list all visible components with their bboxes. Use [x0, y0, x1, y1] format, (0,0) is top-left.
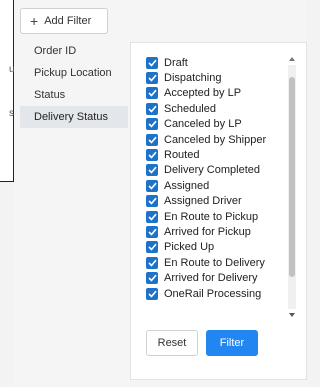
status-checkbox-row[interactable]: Picked Up — [146, 240, 286, 255]
status-checkbox-label: Accepted by LP — [164, 87, 242, 100]
status-checkbox-row[interactable]: Arrived for Pickup — [146, 224, 286, 239]
status-checkbox-label: Picked Up — [164, 241, 215, 254]
scrollbar-thumb[interactable] — [289, 77, 295, 277]
status-checkbox-label: Canceled by Shipper — [164, 133, 267, 146]
checkmark-icon[interactable] — [146, 287, 158, 300]
chevron-down-icon[interactable] — [288, 311, 296, 319]
status-checkbox-label: Canceled by LP — [164, 118, 242, 131]
checkmark-icon[interactable] — [146, 164, 158, 177]
checkmark-icon[interactable] — [146, 256, 158, 269]
checkmark-icon[interactable] — [146, 241, 158, 254]
status-checkbox-label: Assigned — [164, 179, 210, 192]
filter-field-list: Order ID Pickup Location Status Delivery St… — [20, 40, 128, 140]
status-checkbox-label: Scheduled — [164, 102, 216, 115]
filter-field-item[interactable]: Delivery Status — [20, 106, 128, 128]
status-checkbox-label: Assigned Driver — [164, 195, 242, 208]
status-checkbox-label: Arrived for Delivery — [164, 272, 258, 285]
plus-icon: + — [30, 13, 39, 29]
status-checkbox-row[interactable]: Dispatching — [146, 70, 286, 85]
add-filter-button[interactable]: + Add Filter — [20, 8, 108, 34]
status-checkbox-row[interactable]: Canceled by Shipper — [146, 132, 286, 147]
checkmark-icon[interactable] — [146, 210, 158, 223]
add-filter-label: Add Filter — [44, 15, 92, 27]
background-page: u s — [0, 0, 15, 182]
checkmark-icon[interactable] — [146, 195, 158, 208]
status-checkbox-list: Draft Dispatching Accepted by LP Scheduled C… — [146, 55, 286, 301]
status-checkbox-row[interactable]: En Route to Pickup — [146, 209, 286, 224]
status-checkbox-row[interactable]: Arrived for Delivery — [146, 270, 286, 285]
filter-field-item[interactable]: Order ID — [20, 40, 128, 62]
status-checkbox-row[interactable]: Routed — [146, 147, 286, 162]
status-checkbox-row[interactable]: Assigned Driver — [146, 194, 286, 209]
checkmark-icon[interactable] — [146, 72, 158, 85]
status-checkbox-row[interactable]: Canceled by LP — [146, 117, 286, 132]
status-checkbox-label: Routed — [164, 149, 200, 162]
chevron-up-icon[interactable] — [288, 55, 296, 63]
status-checkbox-row[interactable]: Accepted by LP — [146, 86, 286, 101]
checkmark-icon[interactable] — [146, 87, 158, 100]
status-checkbox-label: Delivery Completed — [164, 164, 260, 177]
filter-button[interactable]: Filter — [206, 330, 258, 356]
status-checkbox-row[interactable]: OneRail Processing — [146, 286, 286, 301]
status-options-panel: Draft Dispatching Accepted by LP Scheduled C… — [130, 42, 307, 380]
status-checkbox-row[interactable]: Assigned — [146, 178, 286, 193]
status-checkbox-label: Dispatching — [164, 72, 222, 85]
checkmark-icon[interactable] — [146, 149, 158, 162]
filter-popup: + Add Filter Order ID Pickup Location Stat… — [14, 0, 307, 387]
status-checkbox-label: En Route to Delivery — [164, 256, 265, 269]
status-checkbox-label: Draft — [164, 56, 188, 69]
status-checkbox-label: En Route to Pickup — [164, 210, 259, 223]
checkmark-icon[interactable] — [146, 179, 158, 192]
status-checkbox-row[interactable]: Draft — [146, 55, 286, 70]
scrollbar[interactable] — [288, 55, 296, 319]
checkmark-icon[interactable] — [146, 225, 158, 238]
status-checkbox-row[interactable]: Scheduled — [146, 101, 286, 116]
filter-field-item[interactable]: Pickup Location — [20, 62, 128, 84]
status-checkbox-label: OneRail Processing — [164, 287, 262, 300]
status-checkbox-label: Arrived for Pickup — [164, 225, 251, 238]
checkmark-icon[interactable] — [146, 102, 158, 115]
screen: u s + Add Filter Order ID Pickup Location… — [0, 0, 307, 387]
checkmark-icon[interactable] — [146, 272, 158, 285]
scrollbar-track[interactable] — [288, 65, 296, 309]
checkmark-icon[interactable] — [146, 133, 158, 146]
status-checkbox-row[interactable]: En Route to Delivery — [146, 255, 286, 270]
reset-button[interactable]: Reset — [146, 330, 198, 356]
filter-field-item[interactable]: Status — [20, 84, 128, 106]
checkmark-icon[interactable] — [146, 56, 158, 69]
checkmark-icon[interactable] — [146, 118, 158, 131]
status-checkbox-row[interactable]: Delivery Completed — [146, 163, 286, 178]
